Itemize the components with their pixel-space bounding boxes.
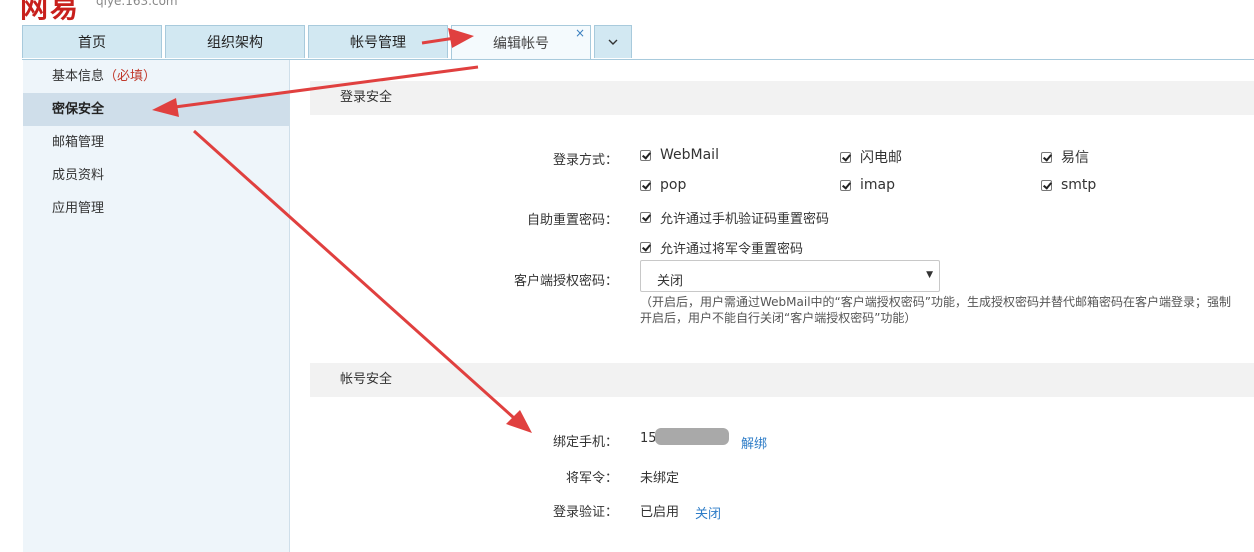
option-label: imap bbox=[860, 177, 895, 193]
tab-label: 帐号管理 bbox=[350, 35, 406, 51]
checkbox-icon bbox=[1041, 179, 1052, 191]
checkbox-imap[interactable]: imap bbox=[840, 177, 895, 193]
section-account-security: 帐号安全 bbox=[310, 363, 1254, 397]
sidebar-item-label: 成员资料 bbox=[52, 168, 105, 183]
checkbox-flashmail[interactable]: 闪电邮 bbox=[840, 147, 902, 167]
sidebar-item-basic-info[interactable]: 基本信息（必填） bbox=[23, 60, 289, 93]
tab-label: 编辑帐号 bbox=[493, 36, 549, 52]
tab-account-management[interactable]: 帐号管理 bbox=[308, 25, 448, 58]
tab-home[interactable]: 首页 bbox=[22, 25, 162, 58]
checkbox-icon bbox=[640, 242, 651, 253]
sidebar-item-label: 密保安全 bbox=[52, 102, 105, 117]
sidebar-item-label: 应用管理 bbox=[52, 201, 105, 216]
bound-phone-label: 绑定手机： bbox=[552, 435, 618, 450]
checkbox-smtp[interactable]: smtp bbox=[1041, 177, 1096, 193]
option-label: 闪电邮 bbox=[860, 150, 902, 166]
checkbox-icon bbox=[640, 179, 651, 191]
option-label: smtp bbox=[1061, 177, 1097, 193]
tab-organization[interactable]: 组织架构 bbox=[165, 25, 305, 58]
checkbox-icon bbox=[1041, 151, 1052, 163]
disable-verify-link[interactable]: 关闭 bbox=[695, 503, 721, 522]
section-login-security: 登录安全 bbox=[310, 81, 1254, 115]
token-value: 未绑定 bbox=[640, 471, 680, 486]
logo: 网易 bbox=[20, 0, 81, 24]
sidebar-item-label: 邮箱管理 bbox=[52, 135, 105, 150]
checkbox-reset-by-token[interactable]: 允许通过将军令重置密码 bbox=[640, 238, 803, 257]
login-verify-value: 已启用 bbox=[640, 505, 680, 520]
checkbox-pop[interactable]: pop bbox=[640, 177, 686, 193]
select-value: 关闭 bbox=[657, 274, 684, 289]
chevron-down-icon bbox=[608, 39, 618, 45]
sidebar-item-label: 基本信息 bbox=[52, 69, 105, 84]
checkbox-yixin[interactable]: 易信 bbox=[1041, 147, 1089, 167]
checkbox-icon bbox=[640, 212, 651, 223]
login-verify-label: 登录验证： bbox=[552, 505, 618, 520]
option-label: 允许通过将军令重置密码 bbox=[660, 242, 804, 257]
client-password-note: （开启后，用户需通过WebMail中的“客户端授权密码”功能，生成授权密码并替代… bbox=[640, 295, 1231, 325]
option-label: 易信 bbox=[1061, 150, 1089, 166]
tab-bar: 首页 组织架构 帐号管理 编辑帐号 × bbox=[22, 25, 635, 60]
required-mark: （必填） bbox=[104, 69, 157, 84]
option-label: WebMail bbox=[660, 147, 719, 163]
sidebar: 基本信息（必填） 密保安全 邮箱管理 成员资料 应用管理 bbox=[23, 60, 290, 552]
close-icon[interactable]: × bbox=[575, 27, 585, 39]
checkbox-reset-by-sms[interactable]: 允许通过手机验证码重置密码 bbox=[640, 208, 829, 227]
domain-text: qiye.163.com bbox=[96, 0, 178, 8]
client-password-label: 客户端授权密码： bbox=[513, 274, 618, 289]
tab-label: 组织架构 bbox=[207, 35, 263, 51]
option-label: 允许通过手机验证码重置密码 bbox=[660, 212, 830, 227]
option-label: pop bbox=[660, 177, 687, 193]
tab-more-button[interactable] bbox=[594, 25, 632, 58]
sidebar-item-security[interactable]: 密保安全 bbox=[23, 93, 289, 126]
token-label: 将军令： bbox=[565, 471, 618, 486]
tab-edit-account[interactable]: 编辑帐号 × bbox=[451, 25, 591, 60]
login-method-label: 登录方式： bbox=[552, 153, 618, 168]
sidebar-item-mailbox[interactable]: 邮箱管理 bbox=[23, 126, 289, 159]
sidebar-item-apps[interactable]: 应用管理 bbox=[23, 192, 289, 225]
unbind-phone-link[interactable]: 解绑 bbox=[741, 433, 767, 452]
self-reset-label: 自助重置密码： bbox=[526, 213, 618, 228]
dropdown-arrow-icon: ▼ bbox=[926, 270, 933, 280]
sidebar-item-profile[interactable]: 成员资料 bbox=[23, 159, 289, 192]
checkbox-icon bbox=[640, 149, 651, 161]
checkbox-webmail[interactable]: WebMail bbox=[640, 147, 719, 163]
redacted-phone-mask bbox=[655, 428, 729, 445]
tab-label: 首页 bbox=[78, 35, 106, 51]
checkbox-icon bbox=[840, 179, 851, 191]
checkbox-icon bbox=[840, 151, 851, 163]
client-password-select[interactable]: 关闭 ▼ bbox=[640, 260, 940, 292]
